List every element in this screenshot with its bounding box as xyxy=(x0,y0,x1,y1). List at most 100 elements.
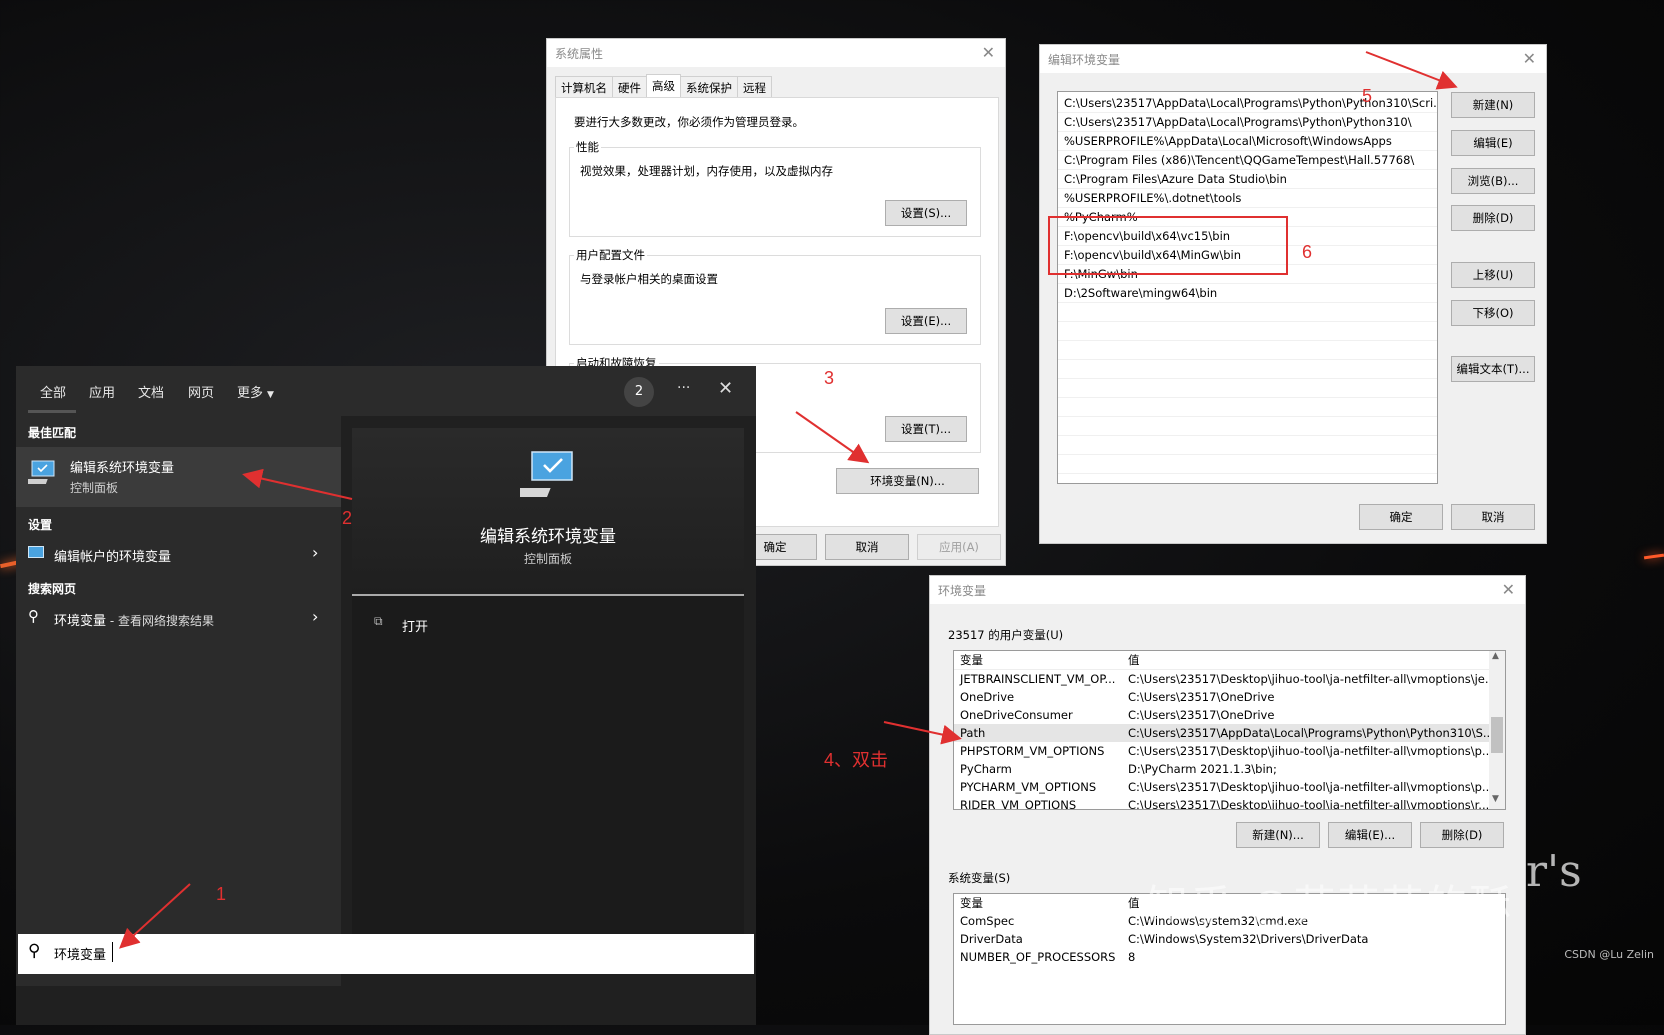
tab-apps[interactable]: 应用 xyxy=(89,382,115,401)
best-match-result[interactable]: 编辑系统环境变量 控制面板 xyxy=(16,447,341,507)
computer-icon xyxy=(28,546,44,558)
chevron-down-icon: ▼ xyxy=(267,390,274,400)
list-item[interactable]: %USERPROFILE%\AppData\Local\Microsoft\Wi… xyxy=(1058,132,1437,151)
chevron-right-icon[interactable]: › xyxy=(312,543,318,562)
step-1-label: 1 xyxy=(216,884,227,904)
edit-text-button[interactable]: 编辑文本(T)... xyxy=(1451,356,1535,382)
env-vars-titlebar: 环境变量 xyxy=(930,576,1525,604)
csdn-watermark: CSDN @Lu Zelin xyxy=(1564,948,1654,961)
best-match-heading: 最佳匹配 xyxy=(28,426,77,440)
background-tail-text: r's xyxy=(1526,846,1582,897)
tab-web[interactable]: 网页 xyxy=(188,382,214,401)
web-search-suffix: - 查看网络搜索结果 xyxy=(106,614,214,628)
scroll-up-icon[interactable]: ▲ xyxy=(1492,651,1499,661)
list-item[interactable]: C:\Users\23517\AppData\Local\Programs\Py… xyxy=(1058,94,1437,113)
cancel-button[interactable]: 取消 xyxy=(1451,504,1535,530)
edit-button[interactable]: 编辑(E) xyxy=(1451,130,1535,156)
ok-button[interactable]: 确定 xyxy=(1359,504,1443,530)
table-row[interactable]: PyCharm D:\PyCharm 2021.1.3\bin; xyxy=(954,760,1505,778)
open-action[interactable]: ⧉ 打开 xyxy=(372,612,732,640)
table-row[interactable]: OneDrive C:\Users\23517\OneDrive xyxy=(954,688,1505,706)
apply-button[interactable]: 应用(A) xyxy=(917,534,1001,560)
user-profile-label: 用户配置文件 xyxy=(574,247,647,263)
close-icon[interactable]: ✕ xyxy=(1502,580,1515,599)
close-icon[interactable]: ✕ xyxy=(718,378,733,399)
scrollbar-thumb[interactable] xyxy=(1491,717,1503,753)
system-properties-titlebar: 系统属性 xyxy=(547,39,1005,67)
val-cell: C:\Users\23517\OneDrive xyxy=(1128,708,1275,722)
dialog-title: 环境变量 xyxy=(938,583,987,598)
var-cell: PyCharm xyxy=(960,762,1012,776)
list-item[interactable]: C:\Program Files\Azure Data Studio\bin xyxy=(1058,170,1437,189)
tab-all[interactable]: 全部 xyxy=(40,382,66,401)
var-cell: JETBRAINSCLIENT_VM_OP... xyxy=(960,672,1116,686)
web-search-result[interactable]: ⚲ 环境变量 - 查看网络搜索结果 › xyxy=(16,602,341,634)
scroll-down-icon[interactable]: ▼ xyxy=(1492,794,1499,804)
table-row[interactable]: NUMBER_OF_PROCESSORS 8 xyxy=(954,948,1505,966)
system-vars-label: 系统变量(S) xyxy=(948,871,1011,885)
empty-row xyxy=(1058,322,1437,341)
val-cell: C:\Users\23517\Desktop\jihuo-tool\ja-net… xyxy=(1128,672,1496,686)
step-6-label: 6 xyxy=(1302,242,1313,262)
user-profile-group: 用户配置文件 与登录帐户相关的桌面设置 设置(E)... xyxy=(569,247,981,345)
table-row[interactable]: PYCHARM_VM_OPTIONS C:\Users\23517\Desktop… xyxy=(954,778,1505,796)
close-icon[interactable]: ✕ xyxy=(982,43,995,62)
path-list[interactable]: C:\Users\23517\AppData\Local\Programs\Py… xyxy=(1057,91,1438,484)
tab-documents[interactable]: 文档 xyxy=(138,382,164,401)
table-row[interactable]: PHPSTORM_VM_OPTIONS C:\Users\23517\Deskto… xyxy=(954,742,1505,760)
user-delete-button[interactable]: 删除(D) xyxy=(1420,822,1504,848)
table-header: 变量 值 xyxy=(954,651,1505,670)
windows-search-panel: 全部 应用 文档 网页 更多 ▼ 2 ··· ✕ 最佳匹配 编辑系统环境变量 控制… xyxy=(16,366,756,1025)
edit-env-dialog: 编辑环境变量 ✕ C:\Users\23517\AppData\Local\Pr… xyxy=(1039,44,1547,544)
user-vars-table[interactable]: 变量 值 JETBRAINSCLIENT_VM_OP... C:\Users\23… xyxy=(953,650,1506,810)
performance-group: 性能 视觉效果，处理器计划，内存使用，以及虚拟内存 设置(S)... xyxy=(569,139,981,237)
empty-row xyxy=(1058,303,1437,322)
var-cell: ComSpec xyxy=(960,914,1015,928)
user-edit-button[interactable]: 编辑(E)... xyxy=(1328,822,1412,848)
new-button[interactable]: 新建(N) xyxy=(1451,92,1535,118)
user-profile-settings-button[interactable]: 设置(E)... xyxy=(885,308,967,334)
performance-settings-button[interactable]: 设置(S)... xyxy=(885,200,967,226)
table-row[interactable]: OneDriveConsumer C:\Users\23517\OneDrive xyxy=(954,706,1505,724)
startup-settings-button[interactable]: 设置(T)... xyxy=(885,416,967,442)
browse-button[interactable]: 浏览(B)... xyxy=(1451,168,1535,194)
table-row[interactable]: JETBRAINSCLIENT_VM_OP... C:\Users\23517\D… xyxy=(954,670,1505,688)
table-row-path[interactable]: Path C:\Users\23517\AppData\Local\Program… xyxy=(954,724,1505,742)
environment-variables-button[interactable]: 环境变量(N)... xyxy=(836,468,979,494)
rewards-badge[interactable]: 2 xyxy=(624,377,654,407)
delete-button[interactable]: 删除(D) xyxy=(1451,205,1535,231)
list-item[interactable]: D:\2Software\mingw64\bin xyxy=(1058,284,1437,303)
tab-more[interactable]: 更多 ▼ xyxy=(237,382,274,401)
val-cell: C:\Users\23517\OneDrive xyxy=(1128,690,1275,704)
var-cell: OneDriveConsumer xyxy=(960,708,1073,722)
search-query: 环境变量 xyxy=(54,948,107,963)
list-item[interactable]: C:\Program Files (x86)\Tencent\QQGameTem… xyxy=(1058,151,1437,170)
col-var-header[interactable]: 变量 xyxy=(954,651,1124,669)
settings-result[interactable]: 编辑帐户的环境变量 › xyxy=(16,538,341,570)
table-row[interactable]: RIDER_VM_OPTIONS C:\Users\23517\Desktop\j… xyxy=(954,796,1505,809)
search-input[interactable]: ⚲ 环境变量 xyxy=(18,934,754,974)
col-val-header[interactable]: 值 xyxy=(1124,651,1505,669)
computer-icon xyxy=(28,460,55,484)
preview-pane: 编辑系统环境变量 控制面板 ⧉ 打开 xyxy=(352,428,744,938)
move-up-button[interactable]: 上移(U) xyxy=(1451,262,1535,288)
val-cell: C:\Users\23517\AppData\Local\Programs\Py… xyxy=(1128,726,1494,740)
vertical-scrollbar[interactable]: ▲ ▼ xyxy=(1489,651,1505,809)
var-cell: OneDrive xyxy=(960,690,1015,704)
col-var-header[interactable]: 变量 xyxy=(954,894,1124,912)
cancel-button[interactable]: 取消 xyxy=(825,534,909,560)
active-tab-indicator xyxy=(28,410,76,413)
more-options-icon[interactable]: ··· xyxy=(677,380,690,396)
close-icon[interactable]: ✕ xyxy=(1523,49,1536,68)
list-item[interactable]: C:\Users\23517\AppData\Local\Programs\Py… xyxy=(1058,113,1437,132)
list-item[interactable]: %USERPROFILE%\.dotnet\tools xyxy=(1058,189,1437,208)
highlight-box xyxy=(1048,216,1288,275)
move-down-button[interactable]: 下移(O) xyxy=(1451,300,1535,326)
results-column: 最佳匹配 编辑系统环境变量 控制面板 设置 编辑帐户的环境变量 › 搜索网页 ⚲… xyxy=(16,416,341,986)
dialog-title: 编辑环境变量 xyxy=(1048,52,1121,67)
admin-note: 要进行大多数更改，你必须作为管理员登录。 xyxy=(574,115,804,129)
chevron-right-icon[interactable]: › xyxy=(312,607,318,626)
val-cell: C:\Users\23517\Desktop\jihuo-tool\ja-net… xyxy=(1128,744,1493,758)
best-match-subtitle: 控制面板 xyxy=(70,481,119,495)
user-new-button[interactable]: 新建(N)... xyxy=(1236,822,1320,848)
